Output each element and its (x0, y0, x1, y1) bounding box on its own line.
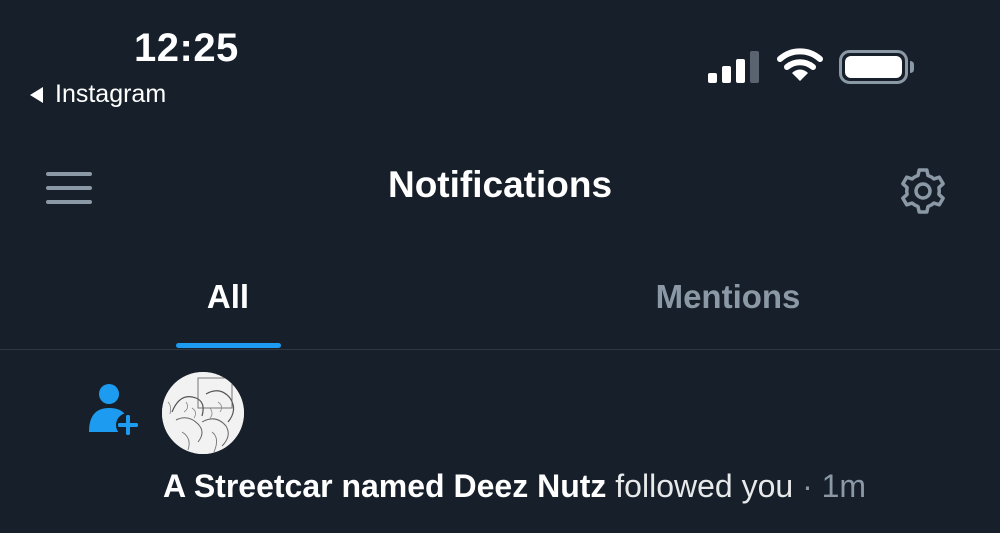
back-to-app-link[interactable]: Instagram (30, 80, 166, 109)
tab-all-label: All (206, 278, 250, 315)
notification-tabs: All Mentions (0, 248, 1000, 350)
battery-icon (839, 50, 914, 84)
status-time: 12:25 (134, 26, 239, 70)
avatar[interactable] (162, 372, 244, 454)
person-add-icon (89, 384, 140, 436)
notification-action: followed you (615, 468, 794, 504)
cellular-signal-icon (708, 51, 759, 83)
notification-separator: · (793, 468, 822, 504)
notification-username[interactable]: A Streetcar named Deez Nutz (163, 468, 606, 504)
tab-mentions-label: Mentions (655, 278, 801, 315)
notification-text: A Streetcar named Deez Nutz followed you… (163, 468, 866, 505)
notification-item[interactable]: A Streetcar named Deez Nutz followed you… (0, 350, 1000, 530)
status-bar: 12:25 Instagram (0, 0, 1000, 120)
back-arrow-icon (30, 86, 43, 103)
wifi-icon (777, 48, 823, 81)
active-tab-indicator (176, 343, 281, 348)
tab-all[interactable]: All (0, 248, 456, 348)
back-app-label: Instagram (55, 80, 167, 108)
app-header: Notifications (0, 150, 1000, 226)
gear-icon[interactable] (896, 164, 950, 218)
page-title: Notifications (387, 164, 613, 205)
notification-time: 1m (821, 468, 867, 504)
tab-mentions[interactable]: Mentions (456, 248, 1000, 348)
avatar-sketch-image (162, 372, 244, 454)
